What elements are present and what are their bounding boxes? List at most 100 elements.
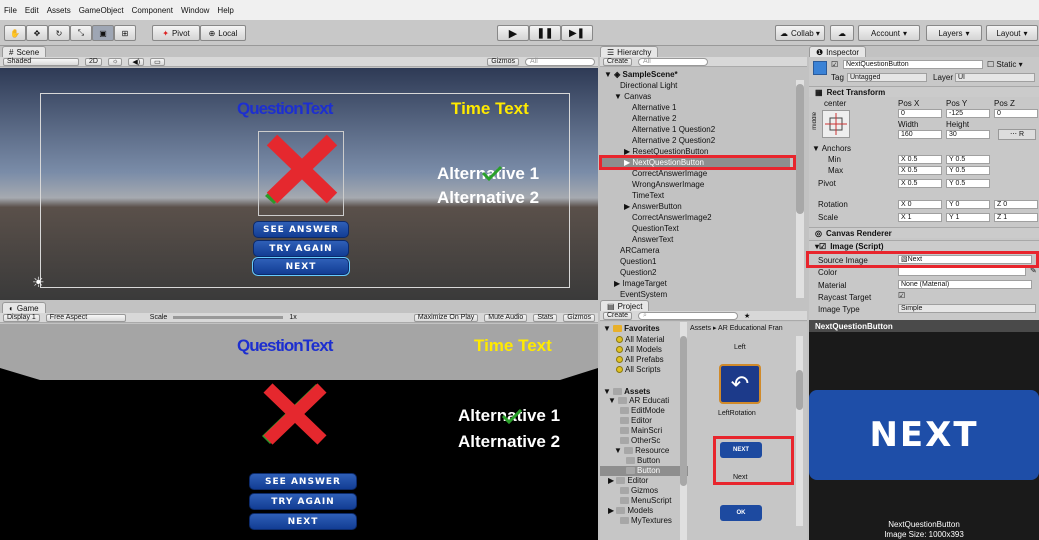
hierarchy-item[interactable]: Directional Light — [600, 81, 790, 91]
hierarchy-item[interactable]: AnswerText — [600, 235, 790, 245]
game-try-again-button[interactable]: TRY AGAIN — [249, 493, 357, 510]
image-type-dropdown[interactable]: Simple — [898, 304, 1036, 313]
hierarchy-create-dropdown[interactable]: Create — [603, 57, 633, 66]
question-text[interactable]: QuestionText — [237, 99, 333, 119]
local-toggle[interactable]: ⊕ Local — [200, 25, 246, 41]
star-icon[interactable]: ★ — [744, 312, 750, 320]
favorites-header[interactable]: ▼ Favorites — [600, 322, 688, 335]
anchor-max-x-field[interactable]: X 0.5 — [898, 166, 942, 175]
menu-component[interactable]: Component — [132, 6, 173, 15]
image-script-header[interactable]: ▾☑ Image (Script) — [809, 240, 1039, 251]
game-next-button[interactable]: NEXT — [249, 513, 357, 530]
aspect-dropdown[interactable]: Free Aspect — [45, 313, 126, 322]
folder-tree-scrollbar[interactable] — [680, 322, 687, 540]
menu-file[interactable]: File — [4, 6, 17, 15]
account-dropdown[interactable]: Account ▾ — [858, 25, 920, 41]
rotation-x-field[interactable]: X 0 — [898, 200, 942, 209]
color-field[interactable] — [898, 267, 1026, 276]
menu-edit[interactable]: Edit — [25, 6, 39, 15]
raycast-target-checkbox[interactable]: ☑ — [898, 291, 905, 300]
shading-mode-dropdown[interactable]: Shaded — [3, 57, 79, 66]
static-toggle[interactable]: ☐ Static ▾ — [987, 60, 1023, 69]
pos-z-field[interactable]: 0 — [994, 109, 1038, 118]
hierarchy-item[interactable]: CorrectAnswerImage — [600, 169, 790, 179]
folder-item[interactable]: OtherSc — [600, 436, 688, 446]
folder-item-selected[interactable]: Button — [600, 466, 688, 476]
hierarchy-item[interactable]: Alternative 1 Question2 — [600, 125, 790, 135]
hierarchy-item[interactable]: Question2 — [600, 268, 790, 278]
material-field[interactable]: None (Material) — [898, 280, 1032, 289]
alternative-2-text[interactable]: Alternative 2 — [437, 188, 539, 208]
active-checkbox[interactable]: ☑ — [831, 60, 838, 69]
menu-help[interactable]: Help — [217, 6, 233, 15]
pivot-toggle[interactable]: ✦ Pivot — [152, 25, 200, 41]
pivot-y-field[interactable]: Y 0.5 — [946, 179, 990, 188]
scale-slider[interactable] — [173, 316, 284, 319]
object-name-field[interactable]: NextQuestionButton — [843, 60, 983, 69]
scale-tool-button[interactable]: ⤡ — [70, 25, 92, 41]
time-text[interactable]: Time Text — [451, 99, 529, 119]
anchor-presets-button[interactable] — [822, 110, 850, 138]
scene-search-input[interactable]: All — [525, 57, 595, 66]
raw-edit-button[interactable]: ⋯ R — [998, 129, 1036, 140]
rotation-z-field[interactable]: Z 0 — [994, 200, 1038, 209]
hierarchy-item[interactable]: WrongAnswerImage — [600, 180, 790, 190]
anchor-max-y-field[interactable]: Y 0.5 — [946, 166, 990, 175]
layout-dropdown[interactable]: Layout ▾ — [986, 25, 1038, 41]
asset-grid-scrollbar[interactable] — [796, 336, 803, 526]
pos-y-field[interactable]: -125 — [946, 109, 990, 118]
hierarchy-item[interactable]: Question1 — [600, 257, 790, 267]
hierarchy-item[interactable]: QuestionText — [600, 224, 790, 234]
width-field[interactable]: 160 — [898, 130, 942, 139]
effects-dropdown[interactable]: ▭ — [150, 57, 165, 66]
folder-item[interactable]: Editor — [600, 416, 688, 426]
play-button[interactable]: ▶ — [497, 25, 529, 41]
favorite-item[interactable]: All Models — [600, 345, 688, 355]
folder-item[interactable]: Button — [600, 456, 688, 466]
preview-header[interactable]: NextQuestionButton — [809, 320, 1039, 332]
hierarchy-search-input[interactable]: All — [638, 57, 709, 66]
gizmos-dropdown[interactable]: Gizmos — [487, 57, 519, 66]
height-field[interactable]: 30 — [946, 130, 990, 139]
menu-window[interactable]: Window — [181, 6, 209, 15]
folder-item[interactable]: MenuScript — [600, 496, 688, 506]
hierarchy-item[interactable]: CorrectAnswerImage2 — [600, 213, 790, 223]
rect-tool-button[interactable]: ▣ — [92, 25, 114, 41]
folder-item[interactable]: ▶ Models — [600, 506, 688, 516]
tab-inspector[interactable]: ❶ Inspector — [809, 46, 867, 57]
hierarchy-item[interactable]: ▶ AnswerButton — [600, 202, 790, 212]
step-button[interactable]: ▶❚ — [561, 25, 593, 41]
game-viewport[interactable]: QuestionText Time Text Alternative 1 Alt… — [0, 324, 598, 540]
collab-button[interactable]: ☁ Collab ▾ — [775, 25, 825, 41]
tab-project[interactable]: ▤ Project — [600, 300, 650, 311]
canvas-renderer-header[interactable]: ◎ Canvas Renderer — [809, 227, 1039, 238]
left-rotation-asset-thumbnail[interactable]: ↶ — [719, 364, 761, 404]
tab-hierarchy[interactable]: ☰ Hierarchy — [600, 46, 659, 57]
next-button[interactable]: NEXT — [252, 257, 350, 276]
assets-header[interactable]: ▼ Assets — [600, 375, 688, 396]
scale-x-field[interactable]: X 1 — [898, 213, 942, 222]
mute-audio-toggle[interactable]: Mute Audio — [484, 313, 528, 322]
layer-dropdown[interactable]: UI — [955, 73, 1035, 82]
folder-item[interactable]: ▶ Editor — [600, 476, 688, 486]
hierarchy-item[interactable]: Alternative 1 — [600, 103, 790, 113]
project-breadcrumb[interactable]: Assets ▸ AR Educational Fran — [690, 324, 783, 332]
layers-dropdown[interactable]: Layers ▾ — [926, 25, 982, 41]
scale-y-field[interactable]: Y 1 — [946, 213, 990, 222]
scene-viewport[interactable]: QuestionText Time Text Alternative 1 Alt… — [0, 68, 598, 300]
move-tool-button[interactable]: ✥ — [26, 25, 48, 41]
anchors-foldout[interactable]: ▼ Anchors — [812, 144, 851, 153]
favorite-item[interactable]: All Material — [600, 335, 688, 345]
folder-item[interactable]: ▼ Resource — [600, 446, 688, 456]
pivot-x-field[interactable]: X 0.5 — [898, 179, 942, 188]
rect-transform-header[interactable]: ▦ Rect Transform — [809, 86, 1039, 97]
see-answer-button[interactable]: SEE ANSWER — [253, 221, 349, 238]
hierarchy-item[interactable]: TimeText — [600, 191, 790, 201]
cloud-services-button[interactable]: ☁ — [830, 25, 854, 41]
hierarchy-item[interactable]: Alternative 2 — [600, 114, 790, 124]
cross-mark-icon[interactable] — [260, 134, 342, 214]
hierarchy-scrollbar[interactable] — [796, 80, 804, 298]
tab-game[interactable]: ◐ Game — [2, 302, 46, 313]
anchor-min-x-field[interactable]: X 0.5 — [898, 155, 942, 164]
maximize-on-play-toggle[interactable]: Maximize On Play — [413, 313, 479, 322]
